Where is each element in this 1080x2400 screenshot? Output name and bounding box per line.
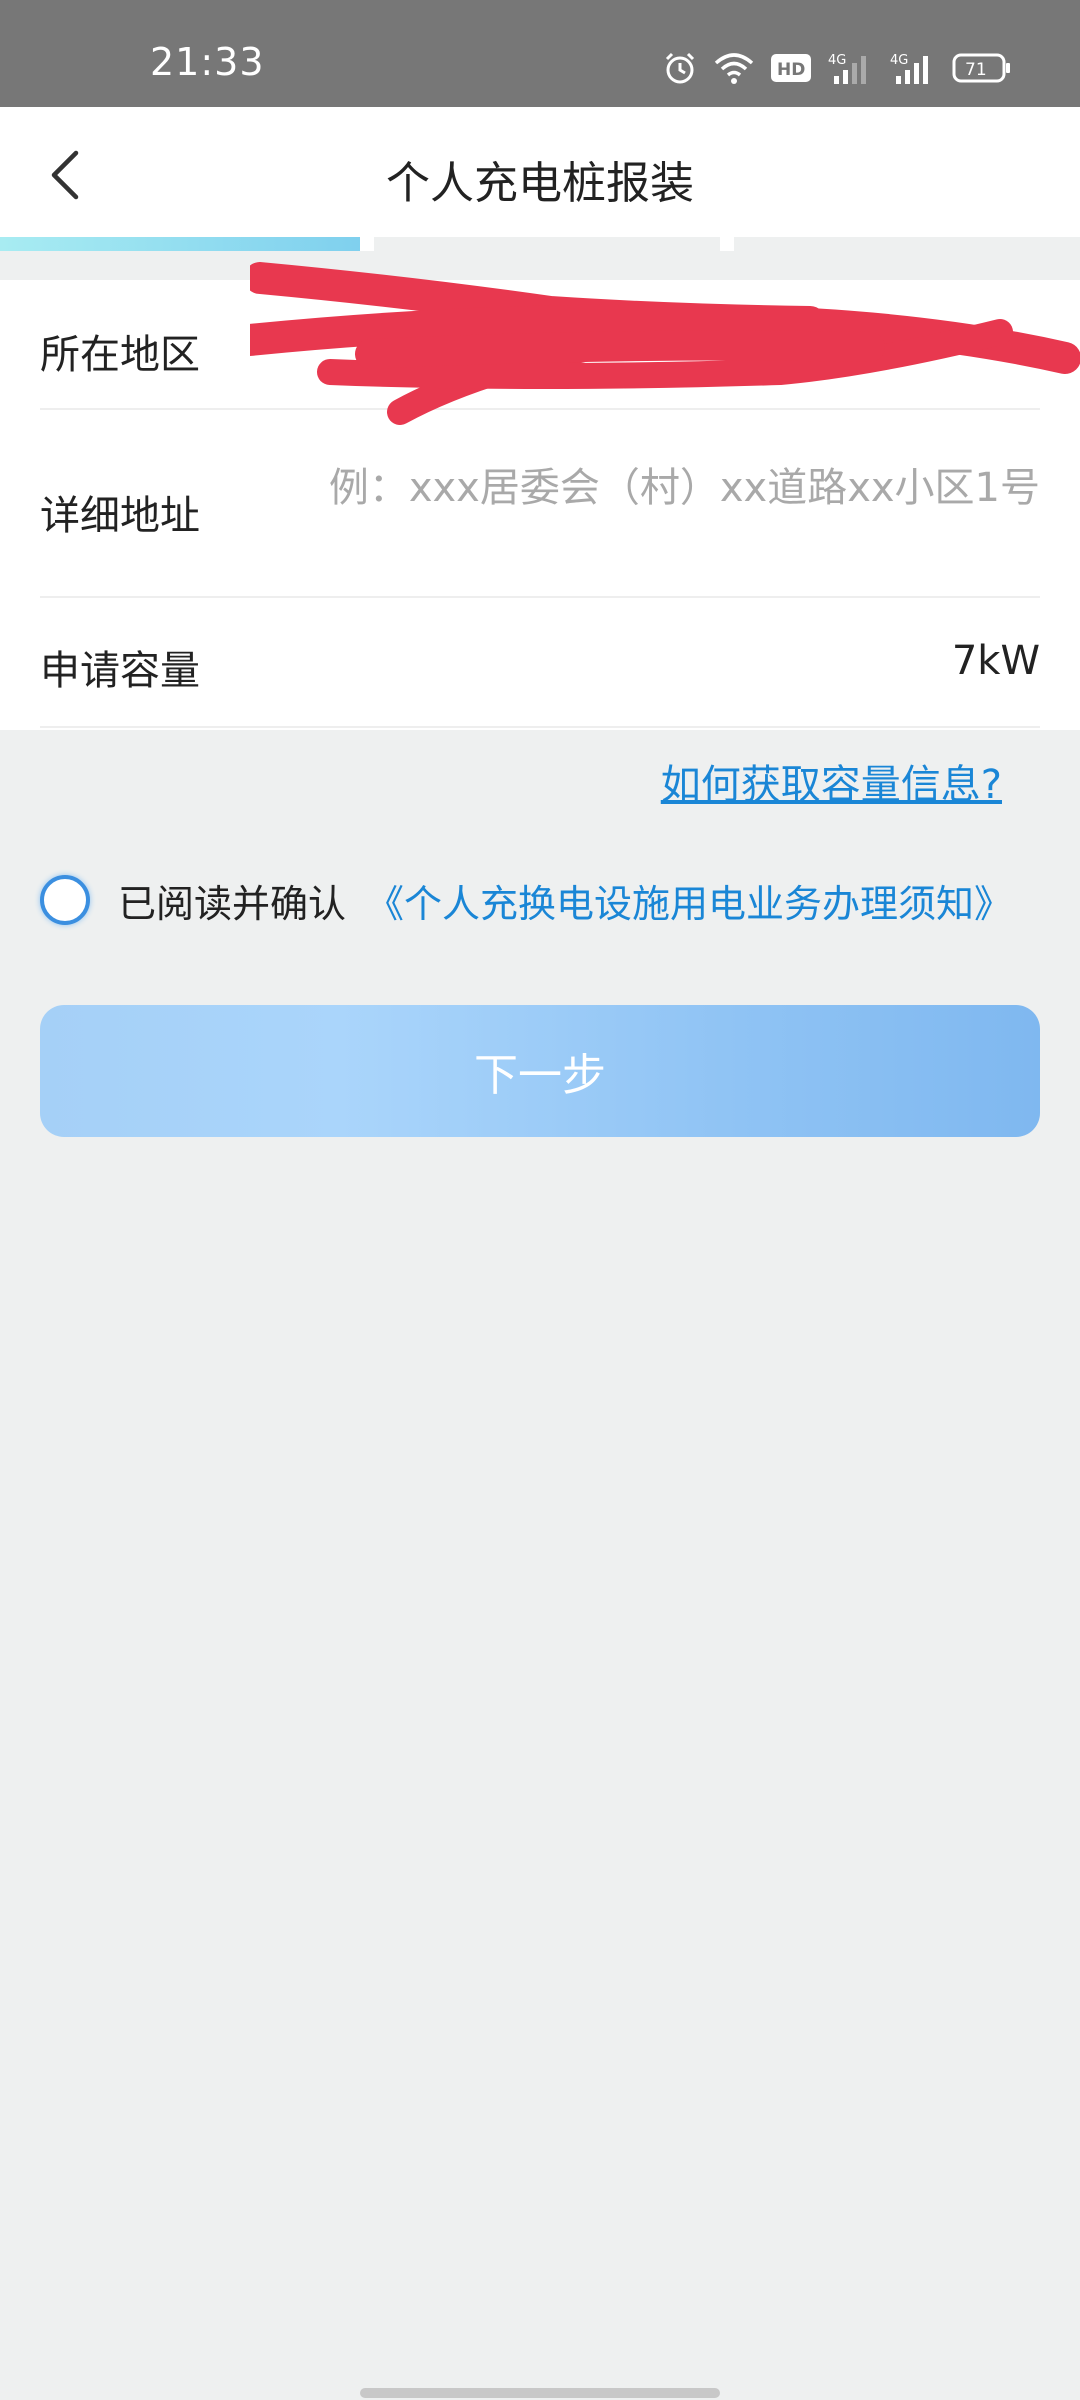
status-icons: HD 4G 4G 71 — [662, 48, 1012, 88]
battery-level: 71 — [965, 60, 987, 80]
alarm-icon — [662, 50, 698, 86]
battery-icon: 71 — [952, 52, 1012, 84]
agreement-link[interactable]: 《个人充换电设施用电业务办理须知》 — [366, 873, 1012, 928]
status-time: 21:33 — [150, 40, 265, 84]
agreement-prefix: 已阅读并确认 — [118, 881, 347, 926]
signal-4g-icon: 4G — [828, 50, 874, 86]
progress-step-2 — [374, 237, 720, 251]
agreement-row: 已阅读并确认 《个人充换电设施用电业务办理须知》 — [40, 870, 1012, 930]
step-progress — [0, 237, 1080, 251]
agreement-checkbox[interactable] — [40, 875, 90, 925]
region-label: 所在地区 — [40, 332, 200, 378]
address-label: 详细地址 — [40, 493, 200, 539]
address-input[interactable]: 例：xxx居委会（村）xx道路xx小区1号 — [329, 455, 1040, 513]
status-bar: 21:33 HD 4G 4G 71 — [0, 0, 1080, 107]
capacity-row[interactable]: 申请容量 7kW — [40, 638, 1040, 694]
divider — [40, 408, 1040, 410]
signal-4g-icon: 4G — [890, 50, 936, 86]
capacity-help-link[interactable]: 如何获取容量信息? — [661, 752, 1002, 810]
network-2-label: 4G — [890, 53, 908, 68]
hd-icon-label: HD — [777, 60, 805, 80]
progress-step-3 — [734, 237, 1080, 251]
region-row[interactable]: 所在地区 — [40, 322, 1040, 378]
home-indicator[interactable] — [360, 2388, 720, 2398]
progress-step-1 — [0, 237, 360, 251]
next-button[interactable]: 下一步 — [40, 1005, 1040, 1137]
divider — [40, 596, 1040, 598]
page-title: 个人充电桩报装 — [386, 158, 694, 209]
divider — [40, 726, 1040, 728]
nav-bar: 个人充电桩报装 — [0, 107, 1080, 237]
address-row[interactable]: 详细地址 例：xxx居委会（村）xx道路xx小区1号 — [40, 455, 1040, 555]
capacity-label: 申请容量 — [40, 648, 200, 694]
wifi-icon — [714, 51, 754, 85]
network-1-label: 4G — [828, 53, 846, 68]
capacity-value: 7kW — [951, 638, 1040, 684]
hd-icon: HD — [770, 52, 812, 84]
